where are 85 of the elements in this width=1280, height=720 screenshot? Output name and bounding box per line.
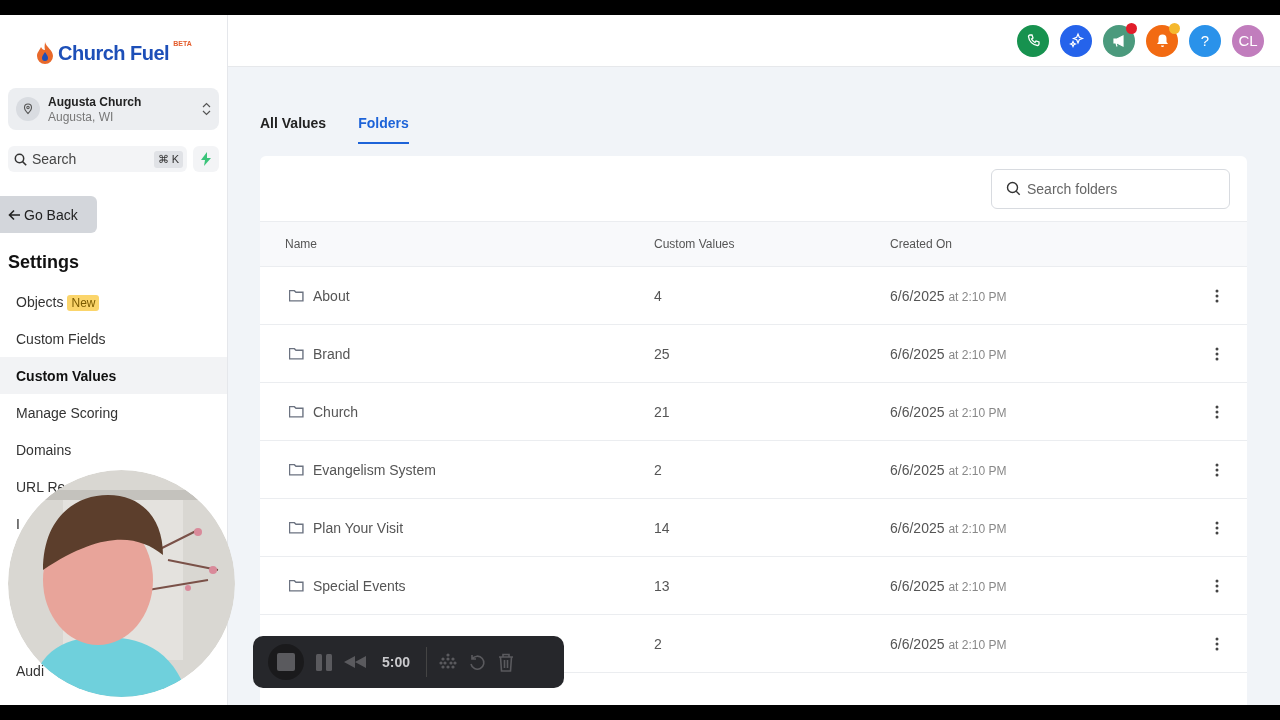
trash-icon xyxy=(498,652,515,672)
folder-icon xyxy=(289,405,304,418)
location-name: Augusta Church xyxy=(48,94,143,109)
search-field[interactable]: Search ⌘ K xyxy=(8,146,187,172)
created-time: at 2:10 PM xyxy=(948,637,1007,652)
chevron-updown-icon xyxy=(202,101,211,117)
value-count: 14 xyxy=(654,519,671,536)
announcements-button[interactable] xyxy=(1103,24,1135,57)
folder-name[interactable]: Plan Your Visit xyxy=(313,519,404,536)
created-date: 6/6/2025 xyxy=(890,345,945,362)
brand-name: Church Fuel xyxy=(58,41,170,65)
value-count: 21 xyxy=(654,403,671,420)
value-count: 2 xyxy=(654,635,663,652)
search-icon xyxy=(1006,181,1021,196)
restart-button[interactable] xyxy=(469,653,487,671)
value-count: 2 xyxy=(654,461,663,478)
folder-icon xyxy=(289,463,304,476)
rewind-icon xyxy=(344,656,366,668)
value-count: 4 xyxy=(654,287,663,304)
created-date: 6/6/2025 xyxy=(890,461,945,478)
column-header: Custom Values xyxy=(654,237,736,251)
settings-heading: Settings xyxy=(8,252,80,273)
notifications-button[interactable] xyxy=(1146,24,1178,57)
tab[interactable]: All Values xyxy=(260,115,327,144)
folder-icon xyxy=(289,347,304,360)
search-placeholder: Search folders xyxy=(1027,180,1118,197)
search-placeholder: Search xyxy=(32,151,78,167)
more-vertical-icon xyxy=(1215,578,1219,593)
dot-grid-icon xyxy=(439,653,458,671)
go-back-button[interactable]: Go Back xyxy=(0,196,97,233)
created-time: at 2:10 PM xyxy=(948,579,1007,594)
created-date: 6/6/2025 xyxy=(890,403,945,420)
created-date: 6/6/2025 xyxy=(890,287,945,304)
more-vertical-icon xyxy=(1215,462,1219,477)
folder-name[interactable]: Evangelism System xyxy=(313,461,436,478)
menu-item[interactable]: Audi xyxy=(16,662,45,679)
created-time: at 2:10 PM xyxy=(948,405,1007,420)
more-vertical-icon xyxy=(1215,520,1219,535)
menu-item[interactable]: Custom Fields xyxy=(16,330,106,347)
folder-name[interactable]: Brand xyxy=(313,345,351,362)
ai-assistant-button[interactable] xyxy=(1060,24,1092,57)
menu-item[interactable]: Objects xyxy=(16,293,64,310)
folder-name[interactable]: Church xyxy=(313,403,359,420)
tab[interactable]: Folders xyxy=(358,115,409,144)
folder-name[interactable]: About xyxy=(313,287,350,304)
arrow-left-icon xyxy=(8,208,21,221)
created-time: at 2:10 PM xyxy=(948,463,1007,478)
location-pin-icon xyxy=(22,103,34,115)
created-date: 6/6/2025 xyxy=(890,519,945,536)
menu-item[interactable]: I xyxy=(16,515,20,532)
more-vertical-icon xyxy=(1215,346,1219,361)
value-count: 25 xyxy=(654,345,671,362)
lightning-icon xyxy=(200,152,212,166)
pause-icon xyxy=(316,653,332,671)
stop-icon xyxy=(277,653,295,671)
more-vertical-icon xyxy=(1215,404,1219,419)
phone-button[interactable] xyxy=(1017,24,1049,57)
location-address: Augusta, WI xyxy=(48,109,115,124)
new-badge: New xyxy=(67,295,100,311)
more-vertical-icon xyxy=(1215,288,1219,303)
shortcut-hint: ⌘ K xyxy=(153,150,183,168)
folder-icon xyxy=(289,289,304,302)
created-time: at 2:10 PM xyxy=(948,289,1007,304)
menu-item[interactable]: Domains xyxy=(16,441,72,458)
menu-item[interactable]: Manage Scoring xyxy=(16,404,118,421)
flame-logo-icon xyxy=(36,41,54,65)
location-switcher[interactable]: Augusta Church Augusta, WI xyxy=(8,88,219,130)
timer: 5:00 xyxy=(382,654,411,670)
stop-button[interactable] xyxy=(268,644,304,680)
created-date: 6/6/2025 xyxy=(890,577,945,594)
folder-name[interactable]: Special Events xyxy=(313,577,406,594)
column-header: Name xyxy=(285,237,318,251)
menu-item[interactable]: Custom Values xyxy=(0,357,227,394)
more-vertical-icon xyxy=(1215,636,1219,651)
sparkle-icon xyxy=(1067,32,1085,49)
value-count: 13 xyxy=(654,577,671,594)
created-date: 6/6/2025 xyxy=(890,635,945,652)
created-time: at 2:10 PM xyxy=(948,347,1007,362)
column-header: Created On xyxy=(890,237,954,251)
folder-icon xyxy=(289,521,304,534)
search-icon xyxy=(14,152,27,166)
created-time: at 2:10 PM xyxy=(948,521,1007,536)
folder-icon xyxy=(289,579,304,592)
restart-icon xyxy=(469,653,487,671)
search-folders-field[interactable]: Search folders xyxy=(991,168,1230,209)
